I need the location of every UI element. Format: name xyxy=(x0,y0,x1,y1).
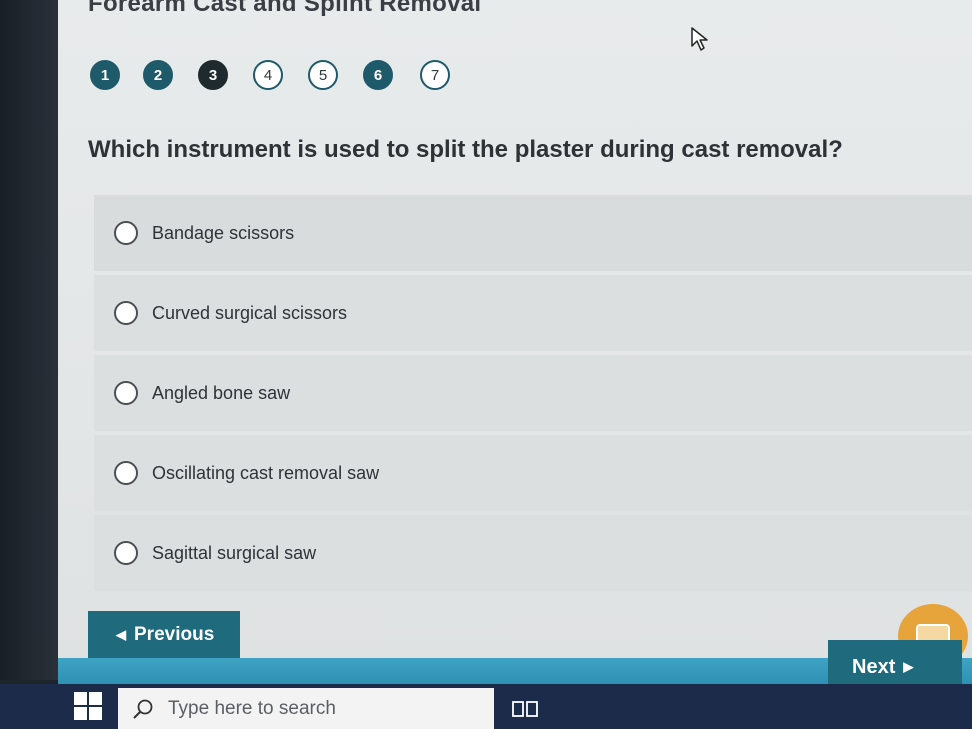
answer-option[interactable]: Sagittal surgical saw xyxy=(94,515,972,591)
radio-button[interactable] xyxy=(114,541,138,565)
question-text: Which instrument is used to split the pl… xyxy=(88,136,843,163)
step-3[interactable]: 3 xyxy=(198,60,228,90)
windows-start-icon[interactable] xyxy=(74,692,102,720)
chevron-right-icon: ▶ xyxy=(903,659,914,674)
answer-option[interactable]: Angled bone saw xyxy=(94,355,972,431)
step-7[interactable]: 7 xyxy=(420,60,450,90)
quiz-page: Forearm Cast and Splint Removal 1 2 3 4 … xyxy=(58,0,972,662)
step-5[interactable]: 5 xyxy=(308,60,338,90)
windows-logo-pane xyxy=(74,707,87,720)
search-icon xyxy=(133,699,153,719)
radio-button[interactable] xyxy=(114,461,138,485)
previous-button[interactable]: ◀ Previous xyxy=(88,611,240,659)
step-indicator: 1 2 3 4 5 6 7 xyxy=(58,0,972,110)
radio-button[interactable] xyxy=(114,381,138,405)
step-1[interactable]: 1 xyxy=(90,60,120,90)
taskbar: Type here to search xyxy=(0,684,972,729)
radio-button[interactable] xyxy=(114,221,138,245)
answer-options: Bandage scissors Curved surgical scissor… xyxy=(94,195,972,595)
windows-logo-pane xyxy=(74,692,87,705)
option-label: Sagittal surgical saw xyxy=(152,542,317,563)
windows-logo-pane xyxy=(89,692,102,705)
step-6[interactable]: 6 xyxy=(363,60,393,90)
step-2[interactable]: 2 xyxy=(143,60,173,90)
taskbar-search-box[interactable]: Type here to search xyxy=(118,688,494,729)
chevron-left-icon: ◀ xyxy=(116,627,126,642)
answer-option[interactable]: Curved surgical scissors xyxy=(94,275,972,351)
next-label: Next xyxy=(852,655,896,678)
option-label: Angled bone saw xyxy=(152,382,291,403)
radio-button[interactable] xyxy=(114,301,138,325)
step-4[interactable]: 4 xyxy=(253,60,283,90)
task-view-icon[interactable] xyxy=(512,700,538,718)
search-placeholder: Type here to search xyxy=(168,697,336,719)
answer-option[interactable]: Oscillating cast removal saw xyxy=(94,435,972,511)
previous-label: Previous xyxy=(134,624,215,645)
option-label: Bandage scissors xyxy=(152,222,295,243)
option-label: Oscillating cast removal saw xyxy=(152,462,380,483)
windows-logo-pane xyxy=(89,707,102,720)
screen-bezel xyxy=(0,0,58,680)
option-label: Curved surgical scissors xyxy=(152,302,348,323)
answer-option[interactable]: Bandage scissors xyxy=(94,195,972,271)
